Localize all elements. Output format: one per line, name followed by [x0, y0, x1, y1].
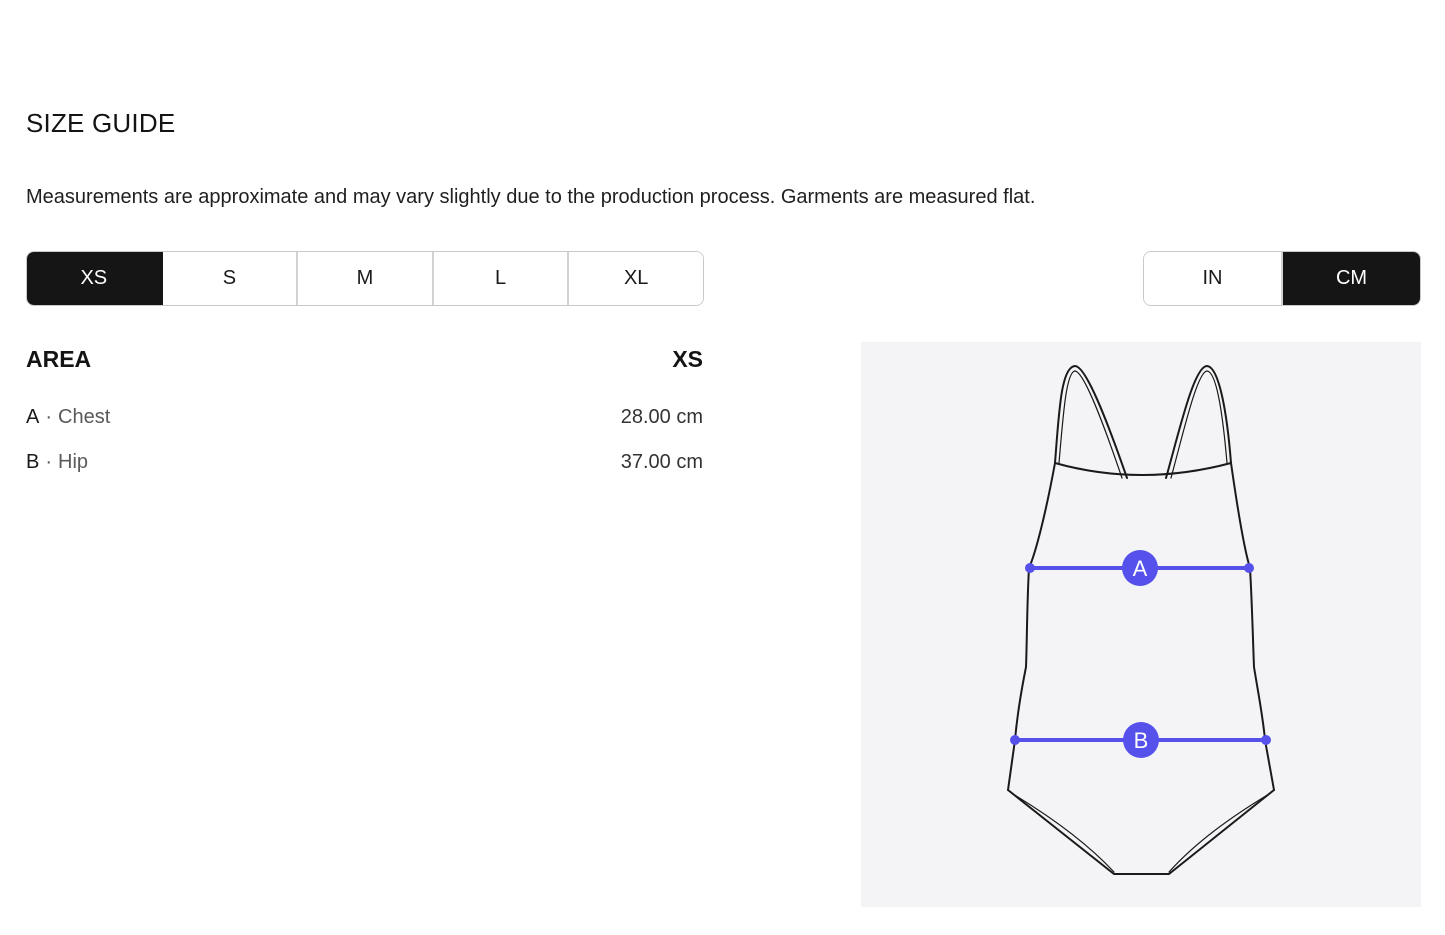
size-option-xl[interactable]: XL [569, 252, 703, 305]
swimsuit-measurement-diagram: A B [861, 342, 1421, 907]
chest-measurement-line: A [1025, 550, 1254, 586]
size-guide-page: SIZE GUIDE Measurements are approximate … [0, 0, 1445, 935]
marker-a-label: A [1133, 556, 1148, 581]
size-column-header: XS [672, 346, 703, 372]
separator: · [45, 406, 53, 428]
size-option-m[interactable]: M [298, 252, 434, 305]
marker-b-label: B [1134, 728, 1149, 753]
size-option-xs[interactable]: XS [27, 252, 163, 305]
unit-option-cm[interactable]: CM [1283, 252, 1420, 305]
measurement-label: Chest [58, 406, 111, 428]
size-option-l[interactable]: L [433, 252, 570, 305]
size-selector: XS S M L XL [26, 251, 704, 306]
page-title: SIZE GUIDE [26, 108, 176, 138]
measurement-row-hip: B · Hip 37.00 cm [26, 451, 703, 474]
measurement-value: 37.00 cm [620, 451, 703, 473]
measurement-letter: B [26, 451, 40, 473]
hip-measurement-line: B [1010, 722, 1271, 758]
measurement-value: 28.00 cm [620, 406, 703, 428]
area-column-header: AREA [26, 346, 92, 372]
measurement-area: B · Hip [26, 451, 88, 474]
swimsuit-illustration: A B [1007, 365, 1275, 875]
unit-selector: IN CM [1143, 251, 1421, 306]
measurement-area: A · Chest [26, 406, 110, 429]
separator: · [45, 451, 53, 473]
measurement-row-chest: A · Chest 28.00 cm [26, 406, 703, 429]
unit-option-in[interactable]: IN [1144, 252, 1283, 305]
swimsuit-outline [1007, 365, 1275, 875]
size-option-s[interactable]: S [162, 252, 299, 305]
size-guide-description: Measurements are approximate and may var… [26, 186, 1036, 208]
measurement-letter: A [26, 406, 40, 428]
measurement-label: Hip [58, 451, 89, 473]
